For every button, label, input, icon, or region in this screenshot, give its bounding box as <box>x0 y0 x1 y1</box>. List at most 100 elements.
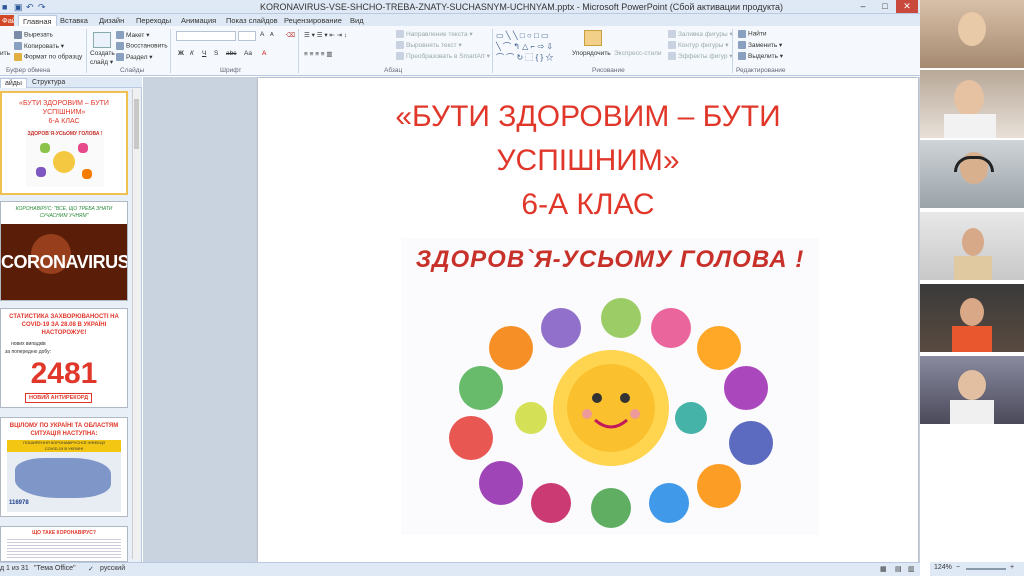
save-icon[interactable]: ▣ <box>14 2 23 13</box>
reading-view-icon[interactable]: ▥ <box>908 565 915 573</box>
normal-view-icon[interactable]: ▦ <box>880 565 887 573</box>
tab-slides[interactable]: айды <box>0 78 27 88</box>
section-button[interactable]: Раздел ▾ <box>116 53 153 62</box>
app-icon[interactable]: ■ <box>2 2 7 12</box>
bullets-icon[interactable]: ☰ ▾ ☰ ▾ ⇤ ⇥ ↕ <box>304 31 347 39</box>
slide-thumb-4[interactable]: ВЦІЛОМУ ПО УКРАЇНІ ТА ОБЛАСТЯМ СИТУАЦІЯ … <box>0 417 128 517</box>
layout-button[interactable]: Макет ▾ <box>116 31 149 40</box>
replace-button[interactable]: Заменить ▾ <box>738 41 782 50</box>
quick-styles-button[interactable]: Экспресс-стили <box>614 50 662 57</box>
current-slide[interactable]: «БУТИ ЗДОРОВИМ – БУТИ УСПІШНИМ» 6-А КЛАС… <box>258 78 918 562</box>
poster-image[interactable]: ЗДОРОВ`Я-УСЬОМУ ГОЛОВА ! <box>401 238 819 535</box>
font-color-button[interactable]: A <box>262 50 266 57</box>
shape-effects-button[interactable]: Эффекты фигур ▾ <box>668 52 733 61</box>
zoom-slider[interactable] <box>966 568 1006 570</box>
tab-insert[interactable]: Вставка <box>56 15 92 26</box>
close-icon[interactable]: ✕ <box>896 0 918 13</box>
font-name-combo[interactable] <box>176 31 236 41</box>
italic-button[interactable]: К <box>190 50 194 57</box>
panel-scrollbar[interactable] <box>132 89 140 559</box>
slide-thumb-3[interactable]: СТАТИСТИКА ЗАХВОРЮВАНОСТІ НА COVID-19 ЗА… <box>0 308 128 408</box>
new-slide-label[interactable]: Создать <box>90 50 115 57</box>
reset-icon <box>116 42 124 50</box>
participant-video[interactable] <box>920 70 1024 138</box>
slide-thumb-1[interactable]: «БУТИ ЗДОРОВИМ – БУТИ УСПІШНИМ» 6-А КЛАС… <box>0 91 128 195</box>
redo-icon[interactable]: ↷ <box>38 2 46 13</box>
select-button[interactable]: Выделить ▾ <box>738 52 783 61</box>
zoom-area: 124% − + <box>930 562 1024 576</box>
participant-video[interactable] <box>920 140 1024 208</box>
hand-icon <box>36 167 46 177</box>
thumb4-map: ПОШИРЕННЯ КОРОНАВІРУСНОЇ ІНФЕКЦІЇ COVID-… <box>7 440 121 512</box>
maximize-icon[interactable]: □ <box>874 0 896 13</box>
align-text-button[interactable]: Выровнять текст ▾ <box>396 41 462 50</box>
paste-button[interactable]: ить <box>0 50 10 57</box>
slide-thumb-5[interactable]: ЩО ТАКЕ КОРОНАВІРУС? <box>0 526 128 562</box>
tab-view[interactable]: Вид <box>346 15 368 26</box>
avatar <box>950 400 994 424</box>
clear-format-icon[interactable]: ⌫ <box>286 31 295 39</box>
hand-icon <box>40 143 50 153</box>
group-drawing: Рисование <box>592 67 625 74</box>
layout-icon <box>116 31 124 40</box>
arrange-button[interactable]: Упорядочить <box>572 50 611 57</box>
shape-fill-button[interactable]: Заливка фигуры ▾ <box>668 30 733 39</box>
sorter-view-icon[interactable]: ▤ <box>895 565 902 573</box>
shrink-font-button[interactable]: A <box>270 32 274 38</box>
slide-title-line1[interactable]: «БУТИ ЗДОРОВИМ – БУТИ <box>258 100 918 134</box>
tab-review[interactable]: Рецензирование <box>280 15 346 26</box>
participant-video[interactable] <box>920 356 1024 424</box>
select-icon <box>738 52 746 61</box>
sun-face-icon <box>553 350 669 466</box>
new-slide-label-2[interactable]: слайд ▾ <box>90 58 113 66</box>
slide-title-line2[interactable]: УСПІШНИМ» <box>258 144 918 178</box>
participant-video[interactable] <box>920 0 1024 68</box>
reset-button[interactable]: Восстановить <box>116 42 168 50</box>
strikethrough-button[interactable]: abc <box>226 50 236 57</box>
find-button[interactable]: Найти <box>738 30 767 38</box>
tab-home[interactable]: Главная <box>18 15 57 26</box>
undo-icon[interactable]: ↶ <box>26 2 34 13</box>
zoom-level[interactable]: 124% <box>934 564 952 571</box>
zoom-out-icon[interactable]: − <box>956 564 960 571</box>
thumb4-banner: ПОШИРЕННЯ КОРОНАВІРУСНОЇ ІНФЕКЦІЇ COVID-… <box>7 440 121 452</box>
theme-name[interactable]: "Тема Office" <box>34 565 76 572</box>
shadow-button[interactable]: S <box>214 50 218 57</box>
thumb3-title: СТАТИСТИКА ЗАХВОРЮВАНОСТІ НА COVID-19 ЗА… <box>9 314 119 336</box>
tab-slideshow[interactable]: Показ слайдов <box>222 15 282 26</box>
scroll-thumb[interactable] <box>134 99 139 149</box>
tab-outline[interactable]: Структура <box>28 78 69 87</box>
participant-video[interactable] <box>920 284 1024 352</box>
thumb2-banner: CORONAVIRUS <box>1 224 127 300</box>
smartart-button[interactable]: Преобразовать в SmartArt ▾ <box>396 52 490 61</box>
participant-video[interactable] <box>920 212 1024 280</box>
new-slide-icon[interactable] <box>93 32 111 48</box>
align-icons[interactable]: ≡ ≡ ≡ ≡ ▥ <box>304 50 333 58</box>
tab-animation[interactable]: Анимация <box>177 15 220 26</box>
font-size-combo[interactable] <box>238 31 256 41</box>
zoom-in-icon[interactable]: + <box>1010 564 1014 571</box>
divider <box>86 29 87 73</box>
minimize-icon[interactable]: – <box>852 0 874 13</box>
cut-button[interactable]: Вырезать <box>14 31 53 39</box>
arrange-icon[interactable] <box>584 30 602 46</box>
tab-file[interactable]: Файл <box>0 15 14 26</box>
bold-button[interactable]: Ж <box>178 50 184 57</box>
shapes-gallery[interactable]: ▭ ╲ ╲ □ ○ □ ▭ ╲ ⌒ ↰ △ ⌐ ⇨ ⇩ ⌒ ⌒ ↻ ⬚ { } ☆ <box>496 30 568 64</box>
scissors-icon <box>14 31 22 39</box>
grow-font-button[interactable]: A <box>260 31 264 38</box>
slide-title-line3[interactable]: 6-А КЛАС <box>258 188 918 222</box>
underline-button[interactable]: Ч <box>202 50 206 57</box>
format-painter-button[interactable]: Формат по образцу <box>14 53 82 61</box>
handprints-illustration <box>449 298 773 528</box>
tab-transitions[interactable]: Переходы <box>132 15 175 26</box>
divider <box>170 29 171 73</box>
text-direction-button[interactable]: Направление текста ▾ <box>396 30 473 39</box>
slide-thumb-2[interactable]: КОРОНАВІРУС: "ВСЕ, ЩО ТРЕБА ЗНАТИ СУЧАСН… <box>0 201 128 301</box>
language[interactable]: русский <box>100 565 125 572</box>
language-icon[interactable]: ✓ <box>88 565 94 573</box>
copy-button[interactable]: Копировать ▾ <box>14 42 64 51</box>
shape-outline-button[interactable]: Контур фигуры ▾ <box>668 41 729 50</box>
case-button[interactable]: Aa <box>244 50 252 57</box>
tab-design[interactable]: Дизайн <box>95 15 128 26</box>
